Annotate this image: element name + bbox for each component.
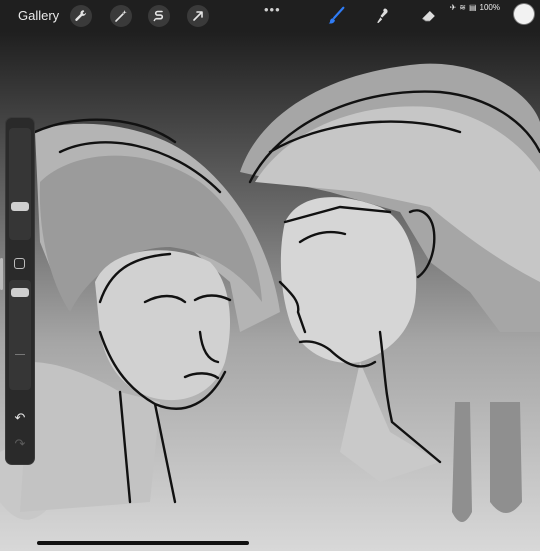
brush-tool-button[interactable] <box>324 4 348 28</box>
opacity-marker <box>15 354 25 355</box>
sidebar-edge-handle[interactable] <box>0 258 3 290</box>
wrench-icon <box>75 10 87 21</box>
opacity-knob[interactable] <box>11 288 29 297</box>
toolbar: Gallery ••• ✈ ≋ ▤ 100% <box>0 0 540 32</box>
transform-button[interactable] <box>187 5 209 27</box>
drawing-canvas[interactable] <box>0 32 540 551</box>
eraser-tool-button[interactable] <box>417 4 441 28</box>
home-indicator[interactable] <box>37 541 249 545</box>
actions-wrench-button[interactable] <box>70 5 92 27</box>
adjustments-button[interactable] <box>110 5 132 27</box>
color-picker-button[interactable] <box>514 4 534 24</box>
opacity-slider[interactable] <box>9 280 31 390</box>
layers-icon[interactable]: ▤ <box>469 3 477 12</box>
airplane-icon: ✈ <box>449 3 457 12</box>
battery-percent: 100% <box>479 3 500 12</box>
wifi-icon: ≋ <box>459 3 466 12</box>
brush-sidebar: ↶ ↷ <box>6 118 34 464</box>
smudge-icon <box>377 8 388 24</box>
brush-size-knob[interactable] <box>11 202 29 211</box>
gallery-button[interactable]: Gallery <box>18 8 59 23</box>
status-bar: ✈ ≋ ▤ 100% <box>450 3 500 12</box>
transform-arrow-icon <box>193 11 203 21</box>
eraser-icon <box>422 11 435 22</box>
selection-icon <box>153 10 164 22</box>
brush-size-slider[interactable] <box>9 128 31 240</box>
undo-icon[interactable]: ↶ <box>12 410 28 426</box>
redo-icon[interactable]: ↷ <box>12 436 28 452</box>
modify-button[interactable] <box>14 258 25 269</box>
brush-icon <box>328 6 345 24</box>
selection-button[interactable] <box>148 5 170 27</box>
smudge-tool-button[interactable] <box>371 4 395 28</box>
more-menu-button[interactable]: ••• <box>264 2 281 17</box>
magic-wand-icon <box>115 10 127 22</box>
